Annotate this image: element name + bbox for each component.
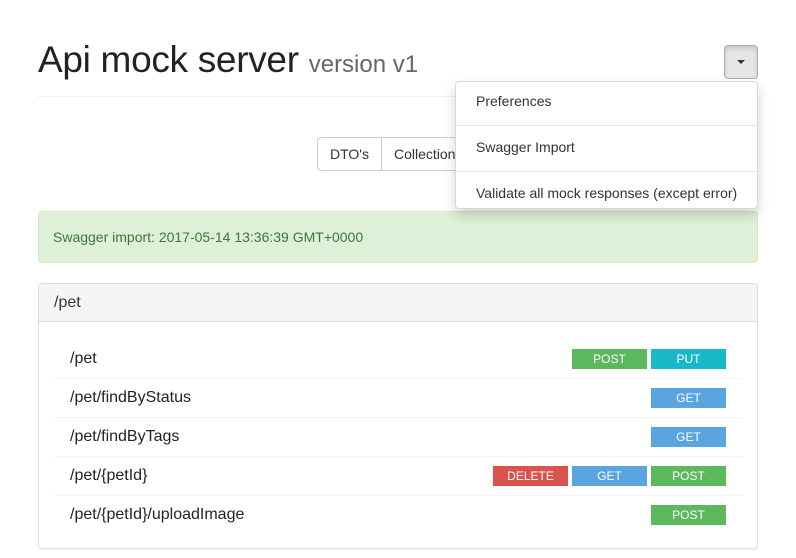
- method-badges: DELETE GET POST: [493, 466, 726, 486]
- menu-item-swagger-import[interactable]: Swagger Import: [456, 128, 757, 170]
- menu-divider: [456, 125, 757, 126]
- menu-divider: [456, 171, 757, 172]
- swagger-import-alert: Swagger import: 2017-05-14 13:36:39 GMT+…: [38, 211, 758, 263]
- panel-heading: /pet: [39, 284, 757, 322]
- caret-down-icon: [737, 60, 745, 64]
- method-badge-get[interactable]: GET: [572, 466, 647, 486]
- method-badge-post[interactable]: POST: [572, 348, 647, 369]
- method-badge-put[interactable]: PUT: [651, 348, 726, 369]
- endpoint-row[interactable]: /pet/{petId} DELETE GET POST: [54, 456, 742, 495]
- method-badge-post[interactable]: POST: [651, 505, 726, 525]
- endpoint-path: /pet: [70, 349, 97, 367]
- method-badge-delete[interactable]: DELETE: [493, 466, 568, 486]
- menu-item-validate-mocks[interactable]: Validate all mock responses (except erro…: [456, 174, 757, 216]
- menu-item-preferences[interactable]: Preferences: [456, 82, 757, 124]
- endpoint-row[interactable]: /pet POST PUT: [54, 339, 742, 378]
- app-title: Api mock server: [38, 39, 299, 80]
- view-toggle-group: DTO's Collection: [317, 137, 469, 171]
- panel-title: /pet: [54, 294, 81, 311]
- endpoint-row[interactable]: /pet/findByStatus GET: [54, 378, 742, 417]
- method-badges: POST: [651, 505, 726, 525]
- method-badges: POST PUT: [572, 348, 726, 369]
- endpoint-path: /pet/findByTags: [70, 428, 180, 445]
- endpoint-path: /pet/{petId}/uploadImage: [70, 506, 245, 523]
- version-label: version v1: [308, 51, 419, 78]
- endpoint-path: /pet/findByStatus: [70, 389, 191, 406]
- endpoint-list: /pet POST PUT /pet/findByStatus GET /pet…: [54, 339, 742, 534]
- method-badges: GET: [651, 427, 726, 447]
- method-badge-get[interactable]: GET: [651, 388, 726, 408]
- page-title: Api mock server version v1: [38, 38, 758, 87]
- endpoint-row[interactable]: /pet/{petId}/uploadImage POST: [54, 495, 742, 534]
- endpoint-panel: /pet /pet POST PUT /pet/findByStatus GET…: [38, 283, 758, 549]
- method-badge-post[interactable]: POST: [651, 466, 726, 486]
- actions-dropdown-menu: Preferences Swagger Import Validate all …: [455, 81, 758, 209]
- alert-text: Swagger import: 2017-05-14 13:36:39 GMT+…: [53, 229, 364, 245]
- dtos-button[interactable]: DTO's: [317, 137, 382, 171]
- endpoint-row[interactable]: /pet/findByTags GET: [54, 417, 742, 456]
- method-badge-get[interactable]: GET: [651, 427, 726, 447]
- page-header: Api mock server version v1: [38, 38, 758, 87]
- endpoint-path: /pet/{petId}: [70, 467, 148, 484]
- actions-dropdown-toggle[interactable]: [724, 45, 758, 79]
- method-badges: GET: [651, 388, 726, 408]
